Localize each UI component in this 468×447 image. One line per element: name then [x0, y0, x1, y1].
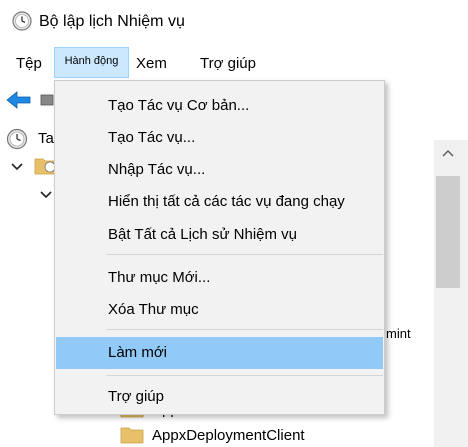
clock-icon	[12, 11, 32, 31]
menu-file[interactable]: Tệp	[16, 46, 42, 82]
menu-item-create-task[interactable]: Tạo Tác vụ...	[56, 123, 383, 153]
chevron-down-icon[interactable]	[11, 162, 23, 172]
menu-view[interactable]: Xem	[136, 46, 167, 82]
menu-separator	[107, 329, 383, 330]
scroll-up-icon[interactable]	[436, 144, 460, 162]
menu-action[interactable]: Hành động	[54, 47, 129, 78]
title-bar: Bộ lập lịch Nhiệm vụ	[0, 0, 468, 44]
chevron-down-icon[interactable]	[40, 190, 52, 200]
menu-item-help[interactable]: Trợ giúp	[56, 382, 383, 412]
menu-separator	[107, 254, 383, 255]
window-title: Bộ lập lịch Nhiệm vụ	[39, 13, 185, 30]
tree-item-label[interactable]: AppxDeploymentClient	[152, 427, 305, 444]
menu-item-new-folder[interactable]: Thư mục Mới...	[56, 263, 383, 293]
menu-item-import-task[interactable]: Nhập Tác vụ...	[56, 155, 383, 185]
scrollbar-thumb[interactable]	[436, 176, 460, 288]
console-icon[interactable]	[40, 92, 54, 108]
menu-item-refresh[interactable]: Làm mới	[56, 337, 383, 369]
menu-help[interactable]: Trợ giúp	[200, 46, 256, 82]
menu-separator	[107, 375, 383, 376]
tree-item-partial[interactable]: mint	[386, 326, 411, 341]
menu-item-display-running-tasks[interactable]: Hiển thị tất cả các tác vụ đang chạy	[56, 187, 383, 217]
menu-item-delete-folder[interactable]: Xóa Thư mục	[56, 295, 383, 325]
menu-item-create-basic-task[interactable]: Tạo Tác vụ Cơ bản...	[56, 91, 383, 121]
tree-root-label[interactable]: Ta	[38, 130, 54, 147]
folder-icon	[120, 427, 144, 444]
back-arrow-icon[interactable]	[6, 90, 32, 110]
menu-item-enable-history[interactable]: Bật Tất cả Lịch sử Nhiệm vụ	[56, 220, 383, 250]
action-dropdown-menu: Tạo Tác vụ Cơ bản... Tạo Tác vụ... Nhập …	[54, 80, 385, 415]
menu-bar: Tệp Hành động Xem Trợ giúp	[0, 46, 468, 82]
clock-icon	[6, 128, 28, 150]
